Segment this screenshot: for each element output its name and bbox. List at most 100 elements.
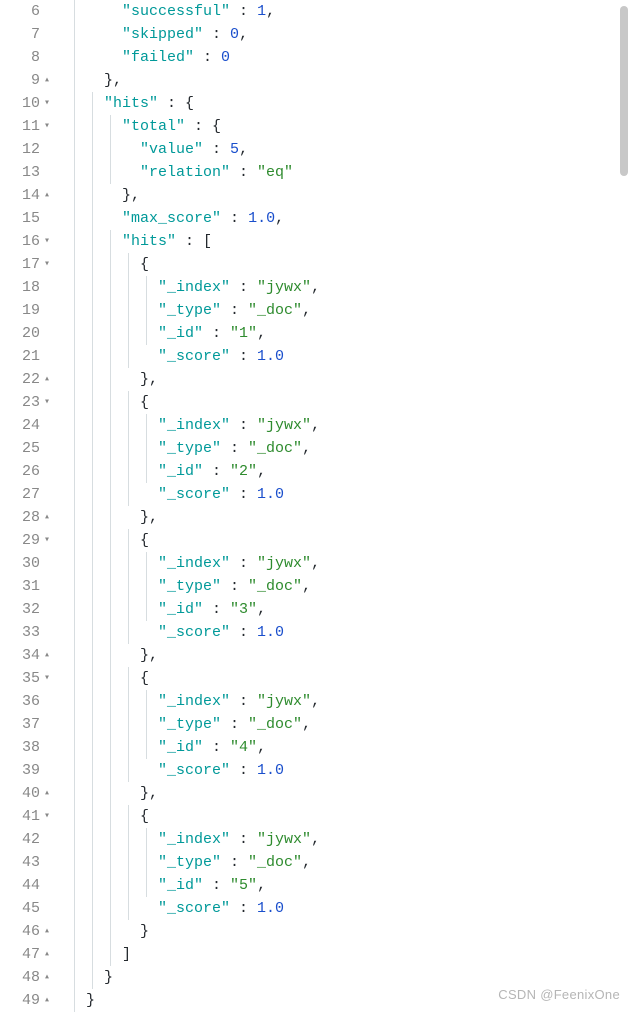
fold-close-icon[interactable]: ▴ bbox=[42, 989, 52, 1012]
json-string: "_doc" bbox=[248, 578, 302, 595]
fold-open-icon[interactable]: ▾ bbox=[42, 391, 52, 414]
json-punct: , bbox=[266, 3, 275, 20]
line-number: 39 bbox=[0, 759, 56, 782]
json-string: "jywx" bbox=[257, 417, 311, 434]
json-key: "successful" bbox=[122, 3, 230, 20]
json-punct: , bbox=[311, 555, 320, 572]
json-punct: : bbox=[230, 831, 257, 848]
line-number: 7 bbox=[0, 23, 56, 46]
line-number: 16▾ bbox=[0, 230, 56, 253]
fold-close-icon[interactable]: ▴ bbox=[42, 69, 52, 92]
line-number: 18 bbox=[0, 276, 56, 299]
code-line: "_index" : "jywx", bbox=[68, 276, 630, 299]
fold-close-icon[interactable]: ▴ bbox=[42, 920, 52, 943]
json-number: 1.0 bbox=[257, 486, 284, 503]
line-number-text: 44 bbox=[22, 874, 40, 897]
json-punct: : bbox=[203, 601, 230, 618]
json-number: 0 bbox=[230, 26, 239, 43]
code-line: "_index" : "jywx", bbox=[68, 690, 630, 713]
json-punct: , bbox=[239, 26, 248, 43]
json-punct: : { bbox=[185, 118, 221, 135]
line-number: 24 bbox=[0, 414, 56, 437]
json-punct: : bbox=[230, 486, 257, 503]
json-punct: : bbox=[230, 164, 257, 181]
code-line: }, bbox=[68, 69, 630, 92]
json-number: 1.0 bbox=[257, 762, 284, 779]
json-punct: { bbox=[140, 670, 149, 687]
line-number-text: 36 bbox=[22, 690, 40, 713]
json-punct: , bbox=[302, 854, 311, 871]
line-number-text: 35 bbox=[22, 667, 40, 690]
json-key: "_id" bbox=[158, 877, 203, 894]
line-number: 38 bbox=[0, 736, 56, 759]
code-line: { bbox=[68, 805, 630, 828]
fold-open-icon[interactable]: ▾ bbox=[42, 253, 52, 276]
json-key: "relation" bbox=[140, 164, 230, 181]
line-number: 48▴ bbox=[0, 966, 56, 989]
fold-open-icon[interactable]: ▾ bbox=[42, 529, 52, 552]
line-number: 25 bbox=[0, 437, 56, 460]
json-punct: : bbox=[230, 693, 257, 710]
fold-close-icon[interactable]: ▴ bbox=[42, 368, 52, 391]
json-punct: : bbox=[203, 141, 230, 158]
fold-close-icon[interactable]: ▴ bbox=[42, 966, 52, 989]
json-punct: { bbox=[140, 532, 149, 549]
scrollbar-thumb[interactable] bbox=[620, 6, 628, 176]
fold-close-icon[interactable]: ▴ bbox=[42, 184, 52, 207]
json-key: "_index" bbox=[158, 693, 230, 710]
code-line: }, bbox=[68, 184, 630, 207]
fold-open-icon[interactable]: ▾ bbox=[42, 92, 52, 115]
fold-close-icon[interactable]: ▴ bbox=[42, 506, 52, 529]
json-punct: : bbox=[221, 302, 248, 319]
line-number: 15 bbox=[0, 207, 56, 230]
json-punct: }, bbox=[140, 509, 158, 526]
line-number-text: 42 bbox=[22, 828, 40, 851]
code-line: }, bbox=[68, 368, 630, 391]
line-number-text: 22 bbox=[22, 368, 40, 391]
fold-open-icon[interactable]: ▾ bbox=[42, 230, 52, 253]
line-number: 20 bbox=[0, 322, 56, 345]
code-line: "_score" : 1.0 bbox=[68, 345, 630, 368]
line-number-text: 9 bbox=[31, 69, 40, 92]
fold-close-icon[interactable]: ▴ bbox=[42, 782, 52, 805]
code-line: "_id" : "2", bbox=[68, 460, 630, 483]
line-number: 22▴ bbox=[0, 368, 56, 391]
line-number: 40▴ bbox=[0, 782, 56, 805]
line-number-text: 27 bbox=[22, 483, 40, 506]
json-punct: }, bbox=[140, 647, 158, 664]
code-line: { bbox=[68, 667, 630, 690]
json-string: "_doc" bbox=[248, 716, 302, 733]
json-key: "_index" bbox=[158, 279, 230, 296]
code-line: "_type" : "_doc", bbox=[68, 575, 630, 598]
code-line: "max_score" : 1.0, bbox=[68, 207, 630, 230]
line-number-text: 28 bbox=[22, 506, 40, 529]
json-punct: , bbox=[239, 141, 248, 158]
fold-close-icon[interactable]: ▴ bbox=[42, 644, 52, 667]
line-number: 9▴ bbox=[0, 69, 56, 92]
json-string: "4" bbox=[230, 739, 257, 756]
line-number-text: 24 bbox=[22, 414, 40, 437]
json-key: "_type" bbox=[158, 578, 221, 595]
fold-open-icon[interactable]: ▾ bbox=[42, 115, 52, 138]
line-number: 31 bbox=[0, 575, 56, 598]
line-number-text: 13 bbox=[22, 161, 40, 184]
json-key: "total" bbox=[122, 118, 185, 135]
json-punct: : bbox=[203, 463, 230, 480]
fold-open-icon[interactable]: ▾ bbox=[42, 805, 52, 828]
json-string: "_doc" bbox=[248, 854, 302, 871]
json-key: "_score" bbox=[158, 762, 230, 779]
code-area[interactable]: "successful" : 1, "skipped" : 0, "failed… bbox=[56, 0, 630, 1012]
json-key: "_type" bbox=[158, 716, 221, 733]
json-key: "_index" bbox=[158, 417, 230, 434]
line-number: 36 bbox=[0, 690, 56, 713]
json-punct: : bbox=[203, 739, 230, 756]
line-number-text: 23 bbox=[22, 391, 40, 414]
code-line: "_score" : 1.0 bbox=[68, 897, 630, 920]
line-number-text: 48 bbox=[22, 966, 40, 989]
fold-open-icon[interactable]: ▾ bbox=[42, 667, 52, 690]
line-number: 17▾ bbox=[0, 253, 56, 276]
json-string: "3" bbox=[230, 601, 257, 618]
json-string: "1" bbox=[230, 325, 257, 342]
fold-close-icon[interactable]: ▴ bbox=[42, 943, 52, 966]
json-string: "5" bbox=[230, 877, 257, 894]
